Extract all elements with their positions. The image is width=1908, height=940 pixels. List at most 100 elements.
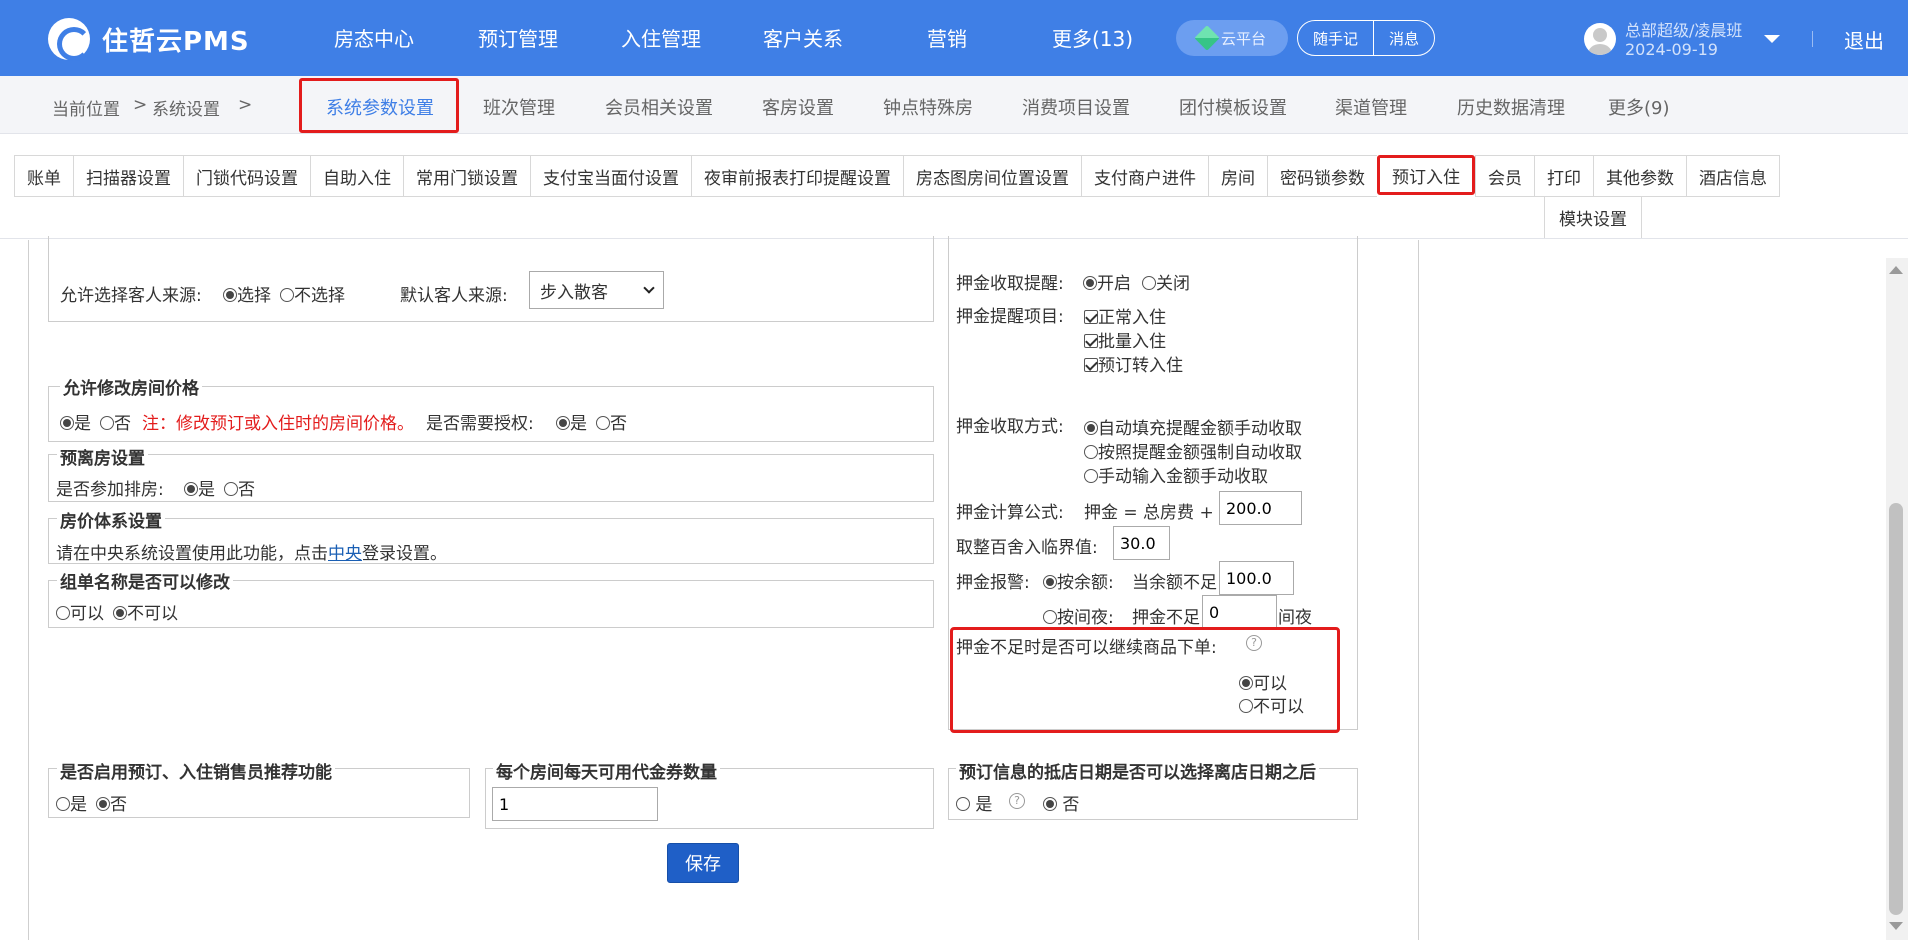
tab-rooms[interactable]: 房间 <box>1208 155 1267 197</box>
active-menu-highlight <box>299 78 459 133</box>
scroll-down-icon[interactable] <box>1889 922 1903 930</box>
menu-consumption[interactable]: 消费项目设置 <box>1022 94 1130 120</box>
deposit-item-batch: 批量入住 <box>1084 327 1166 352</box>
round-threshold-input[interactable] <box>1113 526 1170 560</box>
nav-marketing[interactable]: 营销 <box>927 23 967 52</box>
price-auth-no-radio[interactable] <box>596 416 610 430</box>
nav-room-status[interactable]: 房态中心 <box>334 23 414 52</box>
price-system-legend: 房价体系设置 <box>57 507 165 532</box>
menu-shift[interactable]: 班次管理 <box>483 94 555 120</box>
alarm-night-text: 押金不足 <box>1132 608 1200 628</box>
guest-source-select-radio[interactable] <box>223 288 237 302</box>
nav-checkin[interactable]: 入住管理 <box>621 23 701 52</box>
logout-button[interactable]: 退出 <box>1844 25 1884 54</box>
menu-history-clean[interactable]: 历史数据清理 <box>1457 94 1565 120</box>
guest-source-select-option: 选择 <box>223 281 271 306</box>
deposit-formula-input[interactable] <box>1219 491 1302 525</box>
tab-room-position[interactable]: 房态图房间位置设置 <box>903 155 1081 197</box>
tab-merchant[interactable]: 支付商户进件 <box>1081 155 1208 197</box>
avatar[interactable] <box>1584 23 1616 55</box>
user-name: 总部超级/凌晨班 <box>1625 21 1743 40</box>
menu-hourly-room[interactable]: 钟点特殊房 <box>883 94 973 120</box>
group-name-no-radio[interactable] <box>113 606 127 620</box>
pre-checkout-no-option: 否 <box>224 475 255 500</box>
menu-channel[interactable]: 渠道管理 <box>1335 94 1407 120</box>
memo-button[interactable]: 随手记 <box>1298 21 1373 55</box>
deposit-method-forced: 按照提醒金额强制自动收取 <box>1084 438 1302 463</box>
menu-member[interactable]: 会员相关设置 <box>605 94 713 120</box>
pre-checkout-yes-radio[interactable] <box>184 482 198 496</box>
price-modify-legend: 允许修改房间价格 <box>60 374 202 399</box>
arrival-date-yes-option: 是 <box>956 790 992 815</box>
price-auth-yes-radio[interactable] <box>556 416 570 430</box>
tab-lock-code[interactable]: 门锁代码设置 <box>183 155 310 197</box>
tab-hotel-info[interactable]: 酒店信息 <box>1686 155 1780 197</box>
menu-more[interactable]: 更多(9) <box>1608 94 1670 120</box>
deposit-method-manual-radio[interactable] <box>1084 469 1098 483</box>
save-button[interactable]: 保存 <box>667 843 739 883</box>
tab-alipay[interactable]: 支付宝当面付设置 <box>530 155 691 197</box>
tab-other-params[interactable]: 其他参数 <box>1593 155 1686 197</box>
price-modify-no-radio[interactable] <box>100 416 114 430</box>
group-name-yes-radio[interactable] <box>56 606 70 620</box>
deposit-item-booking: 预订转入住 <box>1084 351 1183 376</box>
guest-source-noselect-radio[interactable] <box>280 288 294 302</box>
tab-member[interactable]: 会员 <box>1475 155 1534 197</box>
arrival-date-no-radio[interactable] <box>1043 797 1057 811</box>
tab-booking-checkin[interactable]: 预订入住 <box>1377 155 1475 195</box>
pre-checkout-no-radio[interactable] <box>224 482 238 496</box>
tab-bill[interactable]: 账单 <box>14 155 73 197</box>
alarm-night-input[interactable] <box>1202 595 1277 629</box>
price-modify-yes-radio[interactable] <box>60 416 74 430</box>
nav-reservation[interactable]: 预订管理 <box>478 23 558 52</box>
scroll-up-icon[interactable] <box>1889 266 1903 274</box>
deposit-alarm-label: 押金报警: <box>956 573 1030 593</box>
cloud-platform-label: 云平台 <box>1220 29 1266 48</box>
tab-code-lock[interactable]: 密码锁参数 <box>1267 155 1377 197</box>
arrival-date-yes-radio[interactable] <box>956 797 970 811</box>
deposit-remind-on-radio[interactable] <box>1083 276 1097 290</box>
arrival-date-legend: 预订信息的抵店日期是否可以选择离店日期之后 <box>956 758 1319 783</box>
scrollbar-thumb[interactable] <box>1889 503 1903 915</box>
deposit-remind-off-radio[interactable] <box>1142 276 1156 290</box>
deposit-item-batch-checkbox[interactable] <box>1084 334 1098 348</box>
deposit-method-forced-radio[interactable] <box>1084 445 1098 459</box>
price-modify-no-option: 否 <box>100 409 131 434</box>
app-logo[interactable]: 住哲云PMS <box>48 18 250 61</box>
tab-module-settings[interactable]: 模块设置 <box>1544 197 1642 239</box>
central-login-link[interactable]: 中央 <box>328 544 362 564</box>
alarm-by-amount-radio[interactable] <box>1043 575 1057 589</box>
sales-recommend-yes-radio[interactable] <box>56 797 70 811</box>
group-name-yes-option: 可以 <box>56 599 104 624</box>
guest-source-noselect-option: 不选择 <box>280 281 345 306</box>
menu-group-pay[interactable]: 团付模板设置 <box>1179 94 1287 120</box>
alarm-by-night-radio[interactable] <box>1043 610 1057 624</box>
pre-checkout-yes-option: 是 <box>184 475 215 500</box>
cube-icon <box>1194 25 1220 51</box>
help-icon[interactable]: ? <box>1009 793 1025 809</box>
breadcrumb-section[interactable]: 系统设置 <box>152 95 220 120</box>
deposit-item-normal-checkbox[interactable] <box>1084 310 1098 324</box>
alarm-amount-input[interactable] <box>1219 561 1294 595</box>
tab-self-checkin[interactable]: 自助入住 <box>310 155 403 197</box>
menu-room[interactable]: 客房设置 <box>762 94 834 120</box>
price-auth-no-option: 否 <box>596 409 627 434</box>
sales-recommend-no-radio[interactable] <box>96 797 110 811</box>
default-source-select[interactable]: 步入散客 <box>529 271 664 309</box>
message-button[interactable]: 消息 <box>1373 21 1434 55</box>
tab-print[interactable]: 打印 <box>1534 155 1593 197</box>
nav-more[interactable]: 更多(13) <box>1052 23 1133 52</box>
tab-night-audit-print[interactable]: 夜审前报表打印提醒设置 <box>691 155 903 197</box>
deposit-remind-on-option: 开启 <box>1083 269 1131 294</box>
deposit-method-auto-fill-radio[interactable] <box>1084 421 1098 435</box>
user-menu-caret-icon[interactable] <box>1764 35 1780 43</box>
deposit-items-label: 押金提醒项目: <box>956 307 1064 327</box>
deposit-item-booking-checkbox[interactable] <box>1084 358 1098 372</box>
cloud-platform-button[interactable]: 云平台 <box>1176 20 1288 56</box>
deposit-formula-label: 押金计算公式: <box>956 503 1064 523</box>
tab-common-lock[interactable]: 常用门锁设置 <box>403 155 530 197</box>
nav-customer[interactable]: 客户关系 <box>763 23 843 52</box>
deposit-method-label: 押金收取方式: <box>956 417 1064 437</box>
voucher-count-input[interactable] <box>492 787 658 821</box>
tab-scanner[interactable]: 扫描器设置 <box>73 155 183 197</box>
